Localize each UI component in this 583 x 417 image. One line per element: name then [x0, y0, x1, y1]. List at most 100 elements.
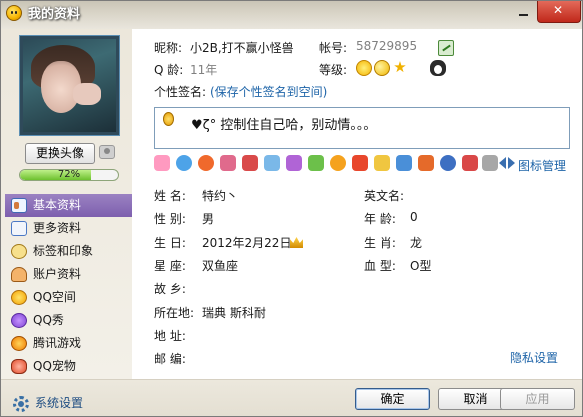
tag-icon: [11, 244, 27, 259]
id-card-icon: [11, 198, 27, 213]
age-label: 年 龄:: [364, 212, 396, 226]
nickname-value: 小2B,打不赢小怪兽: [190, 41, 294, 55]
gender-label: 性 别:: [154, 212, 186, 226]
qage-value: 11年: [190, 63, 218, 77]
sidebar-item-basic-info[interactable]: 基本资料: [5, 194, 132, 217]
medal-icon: [163, 112, 174, 126]
avatar-photo: [23, 39, 116, 132]
edit-icon[interactable]: [438, 40, 454, 56]
profile-completion-bar: 72%: [19, 169, 119, 181]
sidebar-item-account[interactable]: 账户资料: [5, 263, 132, 286]
constellation-value: 双鱼座: [202, 259, 239, 273]
diamond-blue-icon[interactable]: [264, 155, 280, 171]
sidebar-item-qzone[interactable]: QQ空间: [5, 286, 132, 309]
next-icon-arrow[interactable]: [508, 157, 515, 169]
pai-icon[interactable]: [176, 155, 192, 171]
book-icon[interactable]: [352, 155, 368, 171]
blood-type-label: 血 型:: [364, 259, 396, 273]
signature-label: 个性签名:: [154, 85, 207, 99]
birthday-label: 生 日:: [154, 236, 186, 250]
camera-icon[interactable]: [99, 145, 115, 159]
qqshow-icon: [11, 313, 27, 328]
sun-level-icon[interactable]: [356, 60, 372, 76]
privacy-settings-link[interactable]: 隐私设置: [510, 349, 558, 366]
music-icon[interactable]: [330, 155, 346, 171]
ok-button[interactable]: 确定: [355, 388, 430, 410]
account-icon: [11, 267, 27, 282]
sidebar-item-label: QQ空间: [33, 290, 76, 304]
sidebar-item-pet[interactable]: QQ宠物: [5, 355, 132, 378]
gift-icon[interactable]: [418, 155, 434, 171]
sidebar-nav: 基本资料 更多资料 标签和印象 账户资料 QQ空间 QQ秀 腾讯游戏 QQ宠物: [5, 194, 132, 378]
name-value: 特约丶: [202, 189, 239, 203]
account-label: 帐号:: [319, 41, 348, 55]
sidebar-item-more-info[interactable]: 更多资料: [5, 217, 132, 240]
sidebar-item-label: 标签和印象: [33, 244, 94, 258]
qage-label: Q 龄:: [154, 63, 184, 77]
hometown-label: 故 乡:: [154, 282, 186, 296]
account-value: 58729895: [356, 39, 418, 53]
system-settings-link[interactable]: 系统设置: [35, 394, 83, 411]
icon-manage-link[interactable]: 图标管理: [518, 157, 566, 174]
signature-input[interactable]: ♥ζ° 控制住自己哈，别动情。。。: [154, 107, 570, 149]
sidebar-item-label: 基本资料: [33, 198, 82, 212]
prev-icon-arrow[interactable]: [499, 157, 506, 169]
sidebar-item-label: QQ秀: [33, 313, 64, 327]
age-value: 0: [410, 210, 418, 224]
sidebar-item-qqshow[interactable]: QQ秀: [5, 309, 132, 332]
diamond-red-icon[interactable]: [242, 155, 258, 171]
qq-penguin-icon[interactable]: [430, 60, 446, 76]
zipcode-label: 邮 编:: [154, 352, 186, 366]
mail-icon[interactable]: [220, 155, 236, 171]
sidebar-item-tags[interactable]: 标签和印象: [5, 240, 132, 263]
gender-value: 男: [202, 212, 215, 226]
crown-icon: [290, 237, 303, 248]
qq-game-icon[interactable]: [440, 155, 456, 171]
signature-text: ♥ζ° 控制住自己哈，别动情。。。: [191, 118, 377, 133]
profile-panel: 昵称: 小2B,打不赢小怪兽 帐号: 58729895 Q 龄: 11年 等级:…: [132, 29, 582, 379]
love-icon[interactable]: [154, 155, 170, 171]
vip-icon[interactable]: [308, 155, 324, 171]
minimize-button[interactable]: [511, 1, 535, 23]
window-title: 我的资料: [28, 7, 81, 22]
sidebar-item-label: 更多资料: [33, 221, 82, 235]
name-label: 姓 名:: [154, 189, 186, 203]
zodiac-value: 龙: [410, 236, 423, 250]
diamond-purple-icon[interactable]: [286, 155, 302, 171]
apply-button[interactable]: 应用: [500, 388, 575, 410]
birthday-value: 2012年2月22日: [202, 236, 292, 250]
progress-label: 72%: [57, 169, 81, 180]
footer-bar: 确定 取消 应用: [132, 379, 582, 416]
moon-level-icon[interactable]: [374, 60, 390, 76]
star-level-icon[interactable]: ★: [392, 59, 408, 75]
close-button[interactable]: [537, 1, 581, 23]
title-bar[interactable]: 我的资料: [1, 1, 582, 29]
level-label: 等级:: [319, 63, 348, 77]
profile-window: 我的资料 更换头像 72% 基本资料 更多资料: [0, 0, 583, 417]
color-icon[interactable]: [198, 155, 214, 171]
zodiac-label: 生 肖:: [364, 236, 396, 250]
gear-icon[interactable]: [13, 396, 29, 412]
english-name-label: 英文名:: [364, 189, 405, 203]
nickname-label: 昵称:: [154, 41, 183, 55]
video-icon[interactable]: [462, 155, 478, 171]
save-signature-link[interactable]: (保存个性签名到空间): [210, 83, 327, 100]
sidebar-item-label: 腾讯游戏: [33, 336, 82, 350]
sidebar-item-label: QQ宠物: [33, 359, 76, 373]
photo-icon[interactable]: [396, 155, 412, 171]
avatar[interactable]: [19, 35, 120, 136]
sidebar-item-games[interactable]: 腾讯游戏: [5, 332, 132, 355]
pet-icon: [11, 359, 27, 374]
address-label: 地 址:: [154, 329, 186, 343]
location-label: 所在地:: [154, 306, 195, 320]
blood-type-value: O型: [410, 259, 432, 273]
home-icon[interactable]: [374, 155, 390, 171]
more-icon[interactable]: [482, 155, 498, 171]
more-info-icon: [11, 221, 27, 236]
change-avatar-button[interactable]: 更换头像: [25, 143, 95, 164]
game-icon: [11, 336, 27, 351]
constellation-label: 星 座:: [154, 259, 186, 273]
sidebar-item-label: 账户资料: [33, 267, 82, 281]
qzone-icon: [11, 290, 27, 305]
qq-logo-icon: [6, 5, 22, 21]
